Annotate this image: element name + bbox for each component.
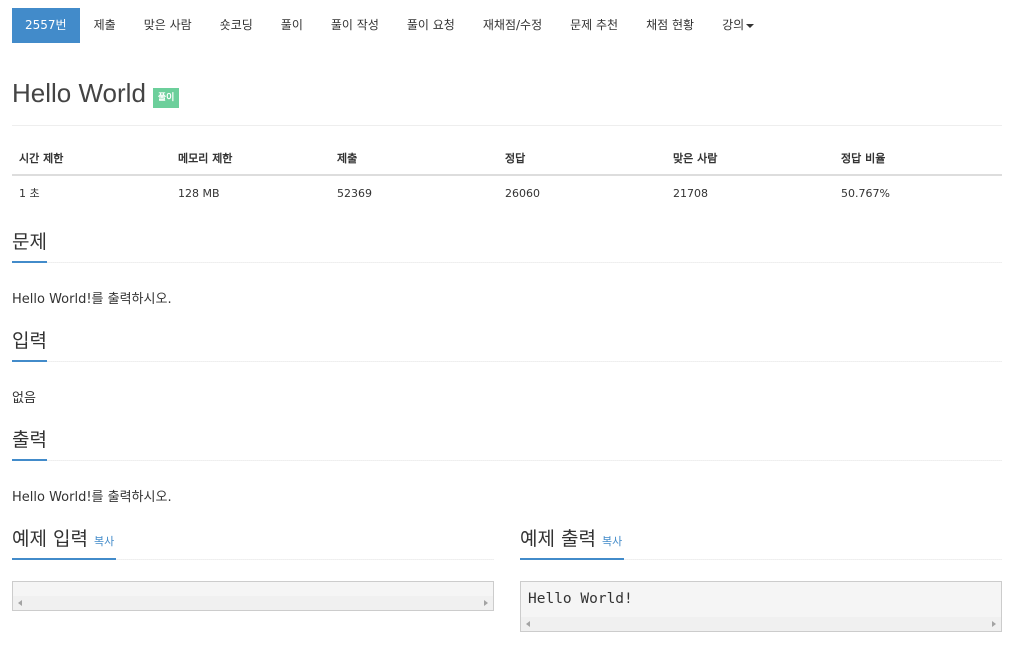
- nav-lectures-label: 강의: [722, 18, 745, 32]
- output-heading: 출력: [12, 429, 47, 451]
- sample-output-content: Hello World!: [528, 591, 633, 607]
- nav-tab-status[interactable]: 채점 현황: [632, 8, 708, 43]
- solution-badge[interactable]: 풀이: [152, 87, 180, 108]
- nav-tab-rejudge[interactable]: 재채점/수정: [469, 8, 556, 43]
- problem-nav: 2557번 제출 맞은 사람 숏코딩 풀이 풀이 작성 풀이 요청 재채점/수정…: [12, 8, 768, 43]
- input-divider: [12, 361, 1002, 362]
- header-time-limit: 시간 제한: [12, 144, 171, 176]
- sample-output-copy-link[interactable]: 복사: [602, 535, 622, 548]
- sample-input-scrollbar[interactable]: [13, 596, 493, 610]
- scroll-left-icon[interactable]: [18, 600, 22, 606]
- scroll-left-icon[interactable]: [526, 621, 530, 627]
- problem-title: Hello World: [12, 78, 146, 108]
- header-accept-ratio: 정답 비율: [834, 144, 1002, 176]
- cell-time-limit: 1 초: [19, 187, 40, 200]
- sample-output-title: 예제 출력: [520, 528, 596, 550]
- output-heading-underline: [12, 459, 47, 461]
- header-submissions: 제출: [330, 144, 498, 176]
- sample-output-heading: 예제 출력 복사: [520, 527, 622, 554]
- table-row: 1 초 128 MB 52369 26060 21708 50.767%: [12, 175, 1002, 210]
- description-text: Hello World!를 출력하시오.: [12, 292, 172, 307]
- table-header-row: 시간 제한 메모리 제한 제출 정답 맞은 사람 정답 비율: [12, 144, 1002, 176]
- nav-tab-request-solution[interactable]: 풀이 요청: [393, 8, 469, 43]
- sample-input-copy-link[interactable]: 복사: [94, 535, 114, 548]
- input-text: 없음: [12, 391, 36, 406]
- sample-output-scrollbar[interactable]: [521, 617, 1001, 631]
- problem-info-table: 시간 제한 메모리 제한 제출 정답 맞은 사람 정답 비율 1 초 128 M…: [12, 144, 1002, 210]
- description-divider: [12, 262, 1002, 263]
- problem-title-row: Hello World 풀이: [12, 78, 180, 109]
- cell-accepted-users: 21708: [673, 186, 708, 200]
- output-text: Hello World!를 출력하시오.: [12, 490, 172, 505]
- description-heading: 문제: [12, 231, 47, 253]
- sample-input-heading: 예제 입력 복사: [12, 527, 114, 554]
- sample-output-heading-underline: [520, 558, 624, 560]
- sample-input-title: 예제 입력: [12, 528, 88, 550]
- scroll-right-icon[interactable]: [992, 621, 996, 627]
- header-accepted-users: 맞은 사람: [666, 144, 834, 176]
- output-divider: [12, 460, 1002, 461]
- nav-tab-recommend[interactable]: 문제 추천: [556, 8, 632, 43]
- nav-tab-short-coding[interactable]: 숏코딩: [206, 8, 267, 43]
- header-memory-limit: 메모리 제한: [171, 144, 330, 176]
- nav-tab-accepted[interactable]: 맞은 사람: [130, 8, 206, 43]
- title-divider: [12, 125, 1002, 126]
- input-heading: 입력: [12, 330, 47, 352]
- description-heading-underline: [12, 261, 47, 263]
- caret-down-icon: [746, 23, 755, 28]
- sample-input-heading-underline: [12, 558, 116, 560]
- cell-accept-ratio: 50.767%: [841, 186, 890, 200]
- nav-tab-lectures[interactable]: 강의: [708, 8, 768, 43]
- nav-tab-solutions[interactable]: 풀이: [267, 8, 317, 43]
- input-heading-underline: [12, 360, 47, 362]
- nav-tab-write-solution[interactable]: 풀이 작성: [317, 8, 393, 43]
- scroll-right-icon[interactable]: [484, 600, 488, 606]
- nav-tab-submit[interactable]: 제출: [80, 8, 130, 43]
- header-accepted: 정답: [498, 144, 666, 176]
- cell-memory-limit: 128 MB: [178, 186, 220, 200]
- nav-tab-problem[interactable]: 2557번: [12, 8, 80, 43]
- cell-accepted: 26060: [505, 186, 540, 200]
- cell-submissions: 52369: [337, 186, 372, 200]
- sample-output-box[interactable]: Hello World!: [520, 581, 1002, 632]
- sample-input-box[interactable]: [12, 581, 494, 611]
